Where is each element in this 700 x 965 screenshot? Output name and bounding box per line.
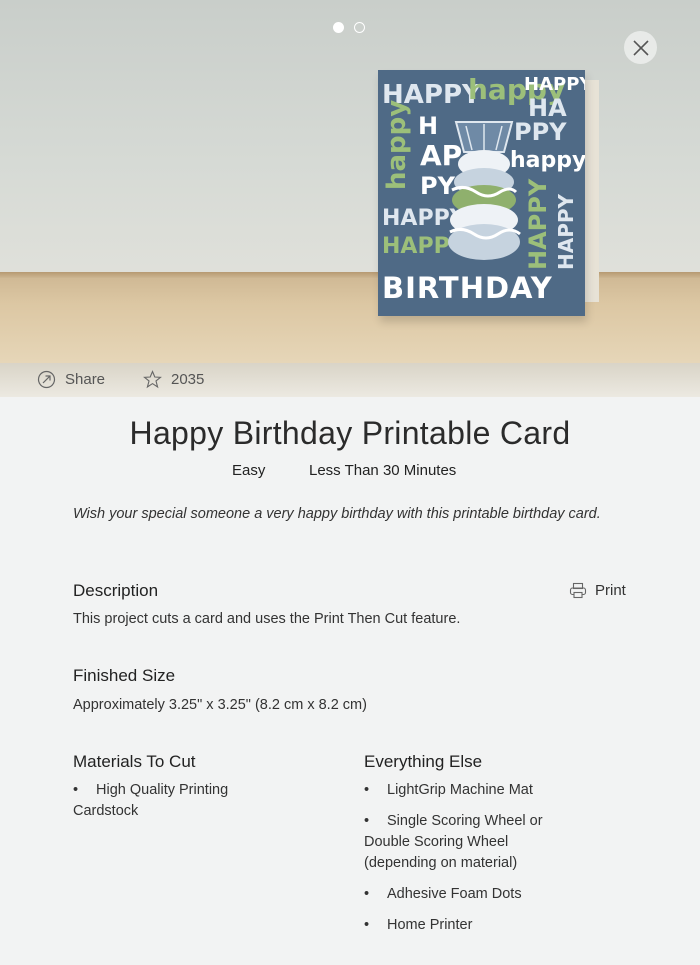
description-text: This project cuts a card and uses the Pr… bbox=[73, 611, 461, 627]
card-word: HAPPY bbox=[524, 74, 585, 95]
share-button[interactable]: Share bbox=[37, 370, 105, 389]
cake-illustration bbox=[448, 121, 521, 260]
difficulty-label: Easy bbox=[232, 462, 266, 479]
carousel-dot-2[interactable] bbox=[354, 22, 365, 33]
birthday-card: HAPPY happy HAPPY HA PPY happy H AP PY h… bbox=[378, 70, 585, 316]
finished-size-text: Approximately 3.25" x 3.25" (8.2 cm x 8.… bbox=[73, 697, 367, 713]
description-heading: Description bbox=[73, 581, 159, 600]
close-icon bbox=[632, 39, 649, 56]
printer-icon bbox=[569, 582, 587, 599]
materials-heading: Materials To Cut bbox=[73, 752, 196, 771]
close-button[interactable] bbox=[624, 31, 657, 64]
print-button[interactable]: Print bbox=[569, 582, 626, 599]
print-label: Print bbox=[595, 582, 626, 599]
card-word: happy bbox=[382, 99, 412, 190]
card-word-birthday: BIRTHDAY bbox=[382, 271, 553, 305]
supply-item-text: Single Scoring Wheel or Double Scoring W… bbox=[364, 813, 543, 871]
carousel-dot-1[interactable] bbox=[333, 22, 344, 33]
card-word: HA bbox=[528, 94, 567, 122]
star-icon bbox=[143, 370, 162, 389]
list-item: • Single Scoring Wheel or Double Scoring … bbox=[364, 813, 543, 871]
project-hero-image: HAPPY happy HAPPY HA PPY happy H AP PY h… bbox=[0, 0, 700, 363]
share-icon bbox=[37, 370, 56, 389]
list-item: • Home Printer bbox=[364, 917, 473, 933]
project-intro: Wish your special someone a very happy b… bbox=[73, 506, 601, 522]
card-word: HAPPY bbox=[524, 178, 552, 270]
everything-else-heading: Everything Else bbox=[364, 752, 483, 771]
materials-list: • High Quality Printing Cardstock bbox=[73, 780, 273, 822]
carousel-pagination bbox=[333, 22, 365, 33]
share-label: Share bbox=[65, 371, 106, 388]
list-item: • High Quality Printing Cardstock bbox=[73, 782, 229, 819]
everything-else-list: • LightGrip Machine Mat • Single Scoring W… bbox=[364, 780, 579, 936]
finished-size-heading: Finished Size bbox=[73, 666, 176, 685]
list-item: • Adhesive Foam Dots bbox=[364, 886, 522, 902]
supply-item-text: LightGrip Machine Mat bbox=[387, 782, 533, 798]
supply-item-text: Home Printer bbox=[387, 917, 473, 933]
supply-item-text: Adhesive Foam Dots bbox=[387, 886, 522, 902]
time-estimate-label: Less Than 30 Minutes bbox=[309, 462, 457, 479]
material-item-text: High Quality Printing Cardstock bbox=[73, 782, 229, 819]
favorite-button[interactable]: 2035 bbox=[143, 370, 204, 389]
favorites-count: 2035 bbox=[171, 371, 205, 388]
card-word: HAPPY bbox=[554, 193, 578, 270]
card-word: H bbox=[418, 112, 439, 140]
list-item: • LightGrip Machine Mat bbox=[364, 782, 533, 798]
project-title: Happy Birthday Printable Card bbox=[129, 415, 571, 451]
